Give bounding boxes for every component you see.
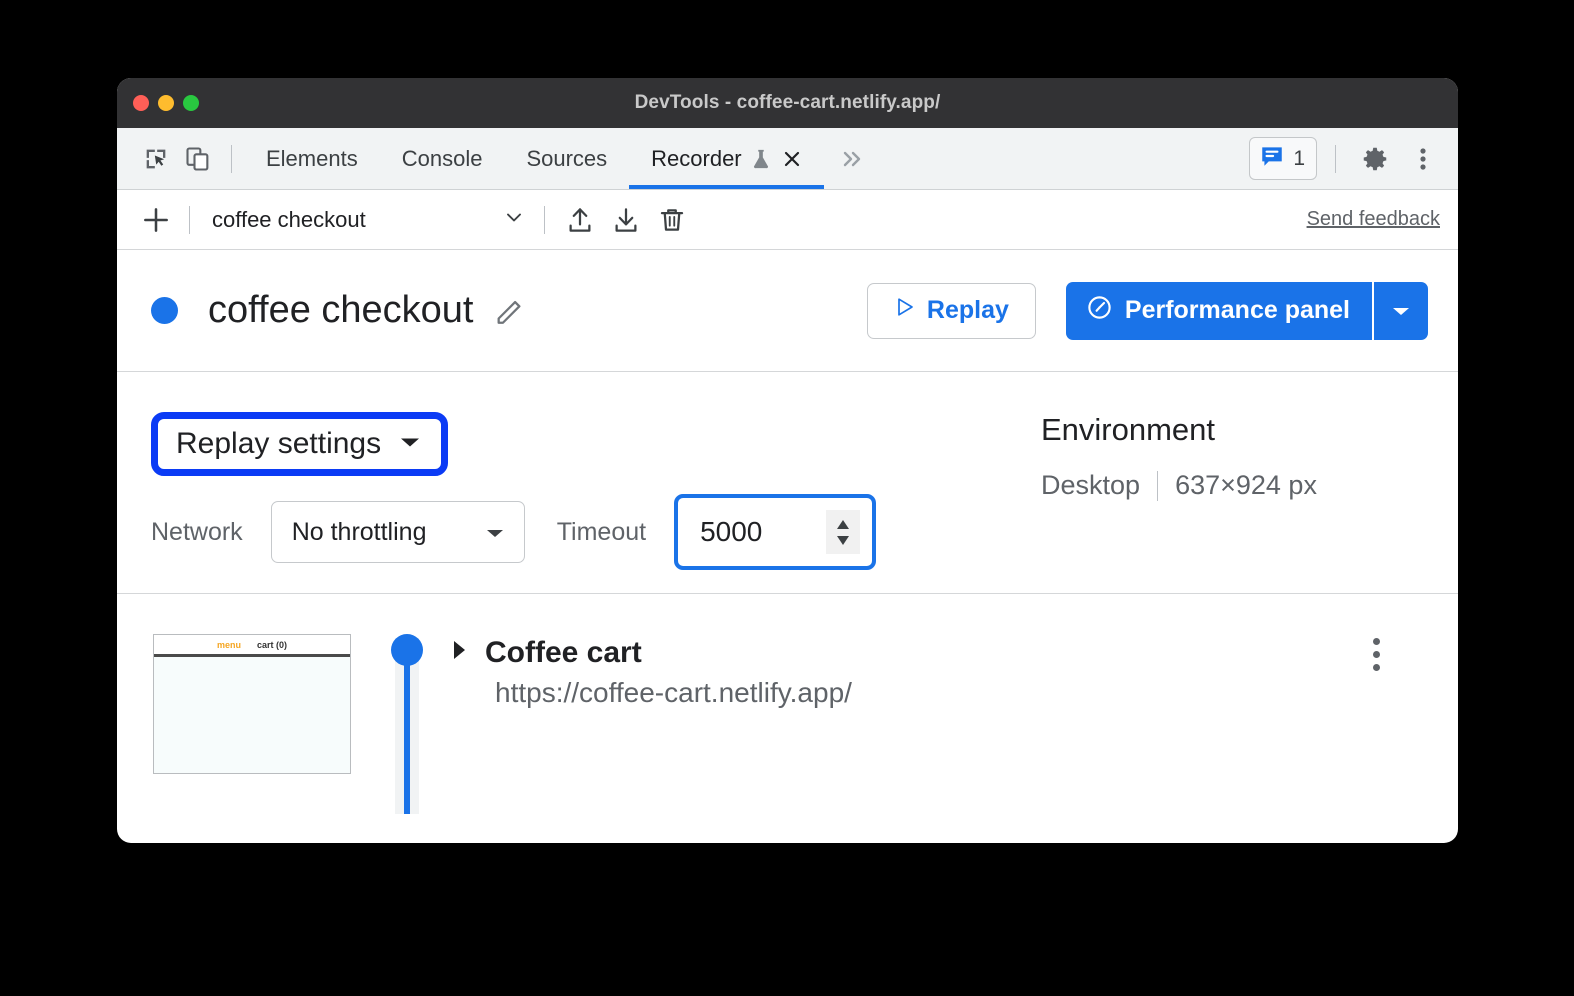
tab-recorder-label: Recorder [651, 145, 742, 171]
step-thumbnail-cart-text: cart (0) [257, 639, 288, 650]
step-thumbnail: menu cart (0) [153, 634, 351, 774]
window-titlebar: DevTools - coffee-cart.netlify.app/ [117, 78, 1458, 128]
window-minimize-button[interactable] [158, 95, 174, 111]
window-close-button[interactable] [133, 95, 149, 111]
tab-sources-label: Sources [526, 145, 608, 171]
network-select-value: No throttling [291, 517, 427, 546]
timeout-label: Timeout [556, 517, 647, 546]
step-kebab-menu-icon[interactable] [1356, 638, 1396, 671]
network-select[interactable]: No throttling [270, 501, 525, 563]
gear-icon[interactable] [1354, 138, 1396, 180]
tab-elements-label: Elements [266, 145, 358, 171]
close-icon[interactable] [782, 149, 802, 169]
environment-device: Desktop [1041, 470, 1141, 500]
chevron-double-right-icon[interactable] [824, 148, 882, 170]
table-row[interactable]: Coffee cart https://coffee-cart.netlify.… [449, 634, 1458, 774]
window-traffic-lights [133, 95, 199, 111]
chevron-down-icon [502, 205, 526, 234]
recording-status-dot [151, 297, 178, 324]
tab-recorder[interactable]: Recorder [629, 128, 825, 189]
triangle-right-icon[interactable] [449, 638, 469, 667]
environment-viewport: 637×924 px [1175, 470, 1317, 500]
performance-panel-split-button: Performance panel [1065, 281, 1428, 340]
issues-count: 1 [1293, 146, 1305, 170]
devtools-tabbar: Elements Console Sources Recorder 1 [117, 128, 1458, 190]
toolbar-divider-2 [1335, 144, 1336, 173]
flask-icon [751, 148, 771, 170]
step-thumbnail-menu-text: menu [216, 639, 241, 650]
plus-icon[interactable] [135, 199, 177, 241]
replay-settings-controls: Replay settings Network No throttling Ti… [151, 412, 1031, 593]
devtools-window: DevTools - coffee-cart.netlify.app/ Elem… [117, 78, 1458, 843]
import-download-icon[interactable] [603, 199, 649, 241]
step-timeline-marker [391, 634, 423, 666]
recording-selector-label: coffee checkout [212, 206, 366, 232]
replay-button-label: Replay [926, 296, 1009, 324]
step-timeline [391, 634, 423, 814]
tab-console[interactable]: Console [380, 128, 505, 189]
stepper-arrows-icon[interactable] [826, 510, 861, 554]
steps-list: menu cart (0) Coffee cart https://coffee… [117, 594, 1458, 814]
panel-tabs: Elements Console Sources Recorder [244, 128, 882, 189]
recorder-toolbar-divider [189, 205, 190, 234]
performance-panel-label: Performance panel [1124, 296, 1350, 324]
replay-settings-highlight: Replay settings [151, 412, 449, 476]
play-triangle-icon [894, 296, 916, 325]
page-title: coffee checkout [208, 289, 474, 331]
toolbar-divider [231, 144, 232, 173]
replay-settings-toggle[interactable]: Replay settings [160, 421, 440, 467]
performance-gauge-icon [1086, 294, 1113, 328]
window-title: DevTools - coffee-cart.netlify.app/ [634, 92, 941, 113]
recorder-toolbar-divider-2 [544, 205, 545, 234]
environment-divider [1157, 470, 1159, 501]
environment-panel: Environment Desktop 637×924 px [1031, 412, 1317, 593]
performance-panel-button[interactable]: Performance panel [1065, 281, 1372, 340]
step-title: Coffee cart [485, 635, 642, 669]
export-upload-icon[interactable] [557, 199, 603, 241]
tabbar-right-actions: 1 [1249, 137, 1444, 180]
replay-button[interactable]: Replay [866, 282, 1036, 339]
inspect-element-icon[interactable] [135, 138, 177, 180]
timeout-input[interactable]: 5000 [674, 494, 877, 570]
replay-settings-label: Replay settings [176, 427, 382, 460]
recorder-toolbar: coffee checkout Send feedback [117, 190, 1458, 250]
timeout-input-value: 5000 [700, 516, 763, 547]
tab-elements[interactable]: Elements [244, 128, 380, 189]
issues-bubble-icon [1259, 143, 1285, 174]
kebab-menu-icon[interactable] [1402, 138, 1444, 180]
step-header: Coffee cart [449, 634, 1458, 671]
caret-down-icon [397, 434, 423, 455]
recording-header: coffee checkout Replay Performance panel [117, 250, 1458, 372]
pencil-icon[interactable] [491, 292, 529, 330]
environment-values: Desktop 637×924 px [1041, 470, 1317, 501]
caret-down-icon[interactable] [1372, 281, 1428, 340]
tab-sources[interactable]: Sources [504, 128, 629, 189]
tab-console-label: Console [401, 145, 483, 171]
network-label: Network [151, 517, 243, 546]
caret-down-icon [484, 518, 506, 547]
replay-settings-fields: Network No throttling Timeout 5000 [151, 494, 1031, 570]
step-timeline-line [404, 664, 410, 814]
recording-selector[interactable]: coffee checkout [202, 205, 532, 234]
step-url: https://coffee-cart.netlify.app/ [495, 677, 852, 708]
step-thumbnail-navbar: menu cart (0) [154, 635, 350, 657]
trash-icon[interactable] [649, 199, 695, 241]
device-toolbar-icon[interactable] [177, 138, 219, 180]
recording-actions: Replay Performance panel [866, 281, 1428, 340]
replay-settings-section: Replay settings Network No throttling Ti… [117, 372, 1458, 594]
environment-heading: Environment [1041, 412, 1216, 447]
issues-button[interactable]: 1 [1249, 137, 1317, 180]
send-feedback-link[interactable]: Send feedback [1307, 208, 1444, 231]
window-zoom-button[interactable] [183, 95, 199, 111]
